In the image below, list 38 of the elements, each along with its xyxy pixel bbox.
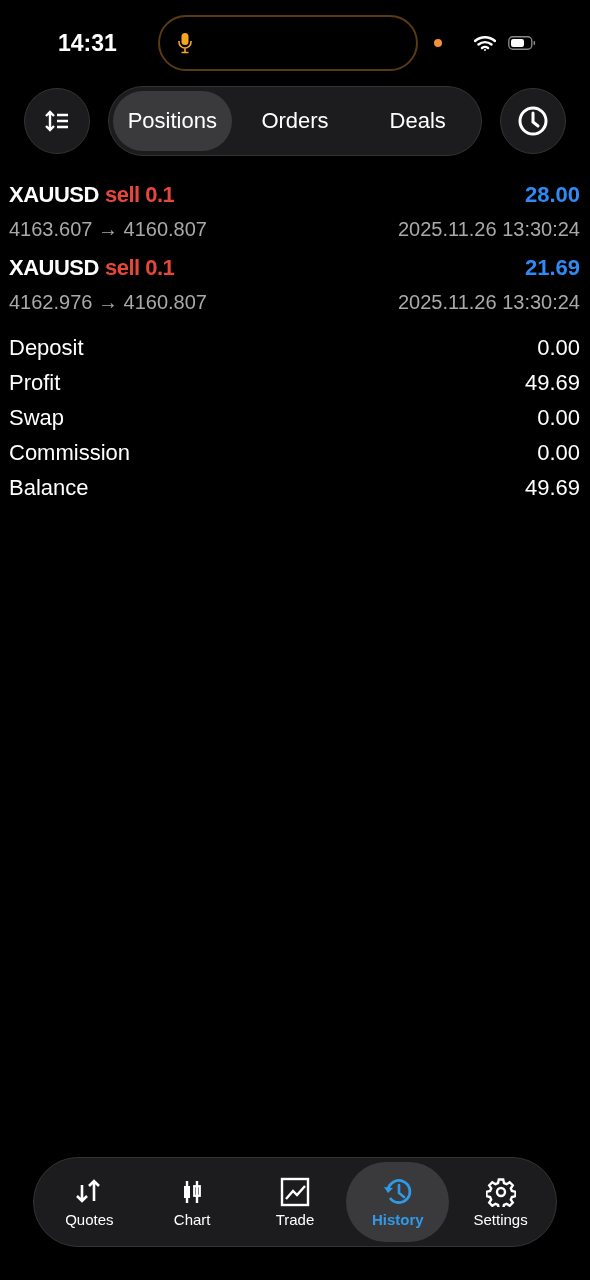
summary-label: Commission [9, 439, 131, 466]
symbol: XAUUSD [9, 255, 99, 281]
clock-icon [517, 105, 549, 137]
price-range: 4163.607 → 4160.807 [9, 218, 207, 241]
summary-value: 49.69 [524, 474, 580, 501]
symbol: XAUUSD [9, 182, 99, 208]
profit-value: 21.69 [524, 255, 580, 281]
deal-time: 2025.11.26 13:30:24 [397, 291, 580, 314]
nav-tab[interactable]: Quotes [38, 1162, 141, 1242]
history-icon [382, 1176, 413, 1207]
deal-type: sell 0.1 [104, 182, 175, 208]
summary-value: 0.00 [537, 404, 580, 431]
nav-tab[interactable]: Trade [243, 1162, 347, 1242]
summary-label: Profit [9, 369, 61, 396]
summary-label: Deposit [9, 334, 84, 361]
battery-icon [508, 36, 536, 50]
deal-time: 2025.11.26 13:30:24 [397, 218, 580, 241]
nav-tab[interactable]: History [346, 1162, 450, 1242]
summary-value: 0.00 [537, 334, 580, 361]
summary-value: 49.69 [524, 369, 580, 396]
sort-icon [44, 110, 70, 132]
status-time: 14:31 [58, 29, 118, 57]
tab[interactable]: Deals [358, 91, 477, 151]
deal-type: sell 0.1 [104, 255, 175, 281]
summary-label: Swap [9, 404, 65, 431]
nav-tab[interactable]: Chart [140, 1162, 244, 1242]
summary-value: 0.00 [537, 439, 580, 466]
nav-tab[interactable]: Settings [449, 1162, 552, 1242]
summary-label: Balance [9, 474, 89, 501]
line-chart-icon [280, 1176, 310, 1207]
microphone-icon [178, 32, 192, 54]
wifi-icon [474, 35, 496, 51]
settings-icon [485, 1176, 516, 1207]
profit-value: 28.00 [524, 182, 580, 208]
tab[interactable]: Orders [235, 91, 355, 151]
price-range: 4162.976 → 4160.807 [9, 291, 207, 314]
recording-dot-icon [434, 39, 442, 47]
tab[interactable]: Positions [113, 91, 232, 151]
